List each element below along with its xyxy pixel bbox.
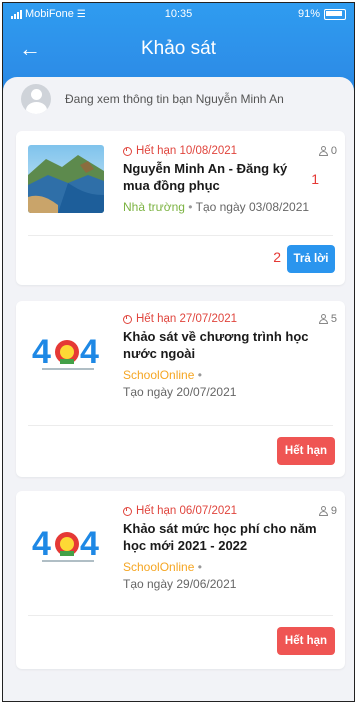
answer-button[interactable]: Trả lời: [287, 245, 335, 273]
survey-meta: SchoolOnline • Tạo ngày 29/06/2021: [123, 559, 337, 593]
survey-info: Hết hạn 27/07/2021 5 Khảo sát về chương …: [123, 313, 337, 401]
expire-label: Hết hạn 10/08/2021: [123, 145, 337, 157]
clock-icon: [123, 314, 132, 324]
svg-text:4: 4: [80, 333, 99, 371]
respondent-count: 0: [318, 145, 337, 157]
survey-source: Nhà trường: [123, 200, 185, 214]
respondent-count: 5: [318, 313, 337, 325]
status-bar: MobiFone ☰ 10:35 91%: [3, 3, 354, 25]
viewing-text: Đang xem thông tin bạn Nguyễn Minh An: [65, 92, 284, 106]
person-icon: [318, 314, 328, 324]
survey-title[interactable]: Khảo sát về chương trình học nước ngoài: [123, 328, 337, 362]
wifi-icon: ☰: [76, 8, 86, 20]
respondent-count: 9: [318, 505, 337, 517]
divider: [28, 615, 333, 616]
clock-icon: [123, 506, 132, 516]
survey-meta: SchoolOnline • Tạo ngày 20/07/2021: [123, 367, 337, 401]
annotation-marker-2: 2: [273, 249, 281, 265]
created-date: Tạo ngày 03/08/2021: [195, 200, 310, 214]
expire-date: Hết hạn 27/07/2021: [136, 313, 238, 325]
survey-source: SchoolOnline: [123, 560, 195, 574]
annotation-marker-1: 1: [311, 171, 319, 187]
svg-text:4: 4: [80, 525, 99, 563]
survey-title[interactable]: Khảo sát mức học phí cho năm học mới 202…: [123, 520, 337, 554]
divider: [28, 425, 333, 426]
expire-date: Hết hạn 06/07/2021: [136, 505, 238, 517]
count-value: 5: [330, 313, 337, 325]
survey-card[interactable]: 4 4 Hết hạn 06/07/2021 9 Khảo sát mức họ…: [16, 491, 345, 669]
clock-time: 10:35: [164, 8, 193, 20]
count-value: 9: [330, 505, 337, 517]
survey-card[interactable]: 4 4 Hết hạn 27/07/2021 5 Khảo sát về chư…: [16, 301, 345, 477]
viewing-banner: Đang xem thông tin bạn Nguyễn Minh An: [3, 77, 354, 121]
header: MobiFone ☰ 10:35 91% ← Khảo sát Đang xem…: [3, 3, 354, 121]
battery-percent: 91%: [297, 8, 320, 20]
created-date: Tạo ngày 20/07/2021: [123, 385, 237, 399]
survey-info: Hết hạn 06/07/2021 9 Khảo sát mức học ph…: [123, 505, 337, 593]
survey-card[interactable]: Hết hạn 10/08/2021 0 Nguyễn Minh An - Đă…: [16, 131, 345, 285]
battery-icon: [324, 8, 346, 20]
expire-date: Hết hạn 10/08/2021: [136, 145, 238, 157]
carrier-name: MobiFone: [25, 8, 74, 20]
404-logo-icon: 4 4: [32, 331, 106, 375]
expire-label: Hết hạn 06/07/2021: [123, 505, 337, 517]
survey-source: SchoolOnline: [123, 368, 195, 382]
survey-info: Hết hạn 10/08/2021 0 Nguyễn Minh An - Đă…: [123, 145, 337, 216]
separator-dot: •: [188, 200, 196, 214]
survey-meta: Nhà trường • Tạo ngày 03/08/2021: [123, 199, 337, 216]
svg-text:4: 4: [32, 333, 51, 371]
app-screen: MobiFone ☰ 10:35 91% ← Khảo sát Đang xem…: [2, 2, 355, 702]
created-date: Tạo ngày 29/06/2021: [123, 577, 237, 591]
signal-icon: [11, 9, 22, 19]
expired-button[interactable]: Hết hạn: [277, 627, 335, 655]
clock-icon: [123, 146, 132, 156]
page-title: Khảo sát: [141, 38, 216, 59]
avatar: [21, 84, 51, 114]
svg-text:4: 4: [32, 525, 51, 563]
count-value: 0: [330, 145, 337, 157]
divider: [28, 235, 333, 236]
expire-label: Hết hạn 27/07/2021: [123, 313, 337, 325]
separator-dot: •: [197, 368, 202, 382]
survey-title[interactable]: Nguyễn Minh An - Đăng ký mua đồng phục: [123, 160, 303, 194]
404-logo-icon: 4 4: [32, 523, 106, 567]
person-icon: [318, 146, 328, 156]
person-icon: [318, 506, 328, 516]
back-arrow-icon[interactable]: ←: [19, 38, 41, 60]
separator-dot: •: [197, 560, 202, 574]
expired-button[interactable]: Hết hạn: [277, 437, 335, 465]
landscape-thumbnail: [28, 145, 104, 213]
